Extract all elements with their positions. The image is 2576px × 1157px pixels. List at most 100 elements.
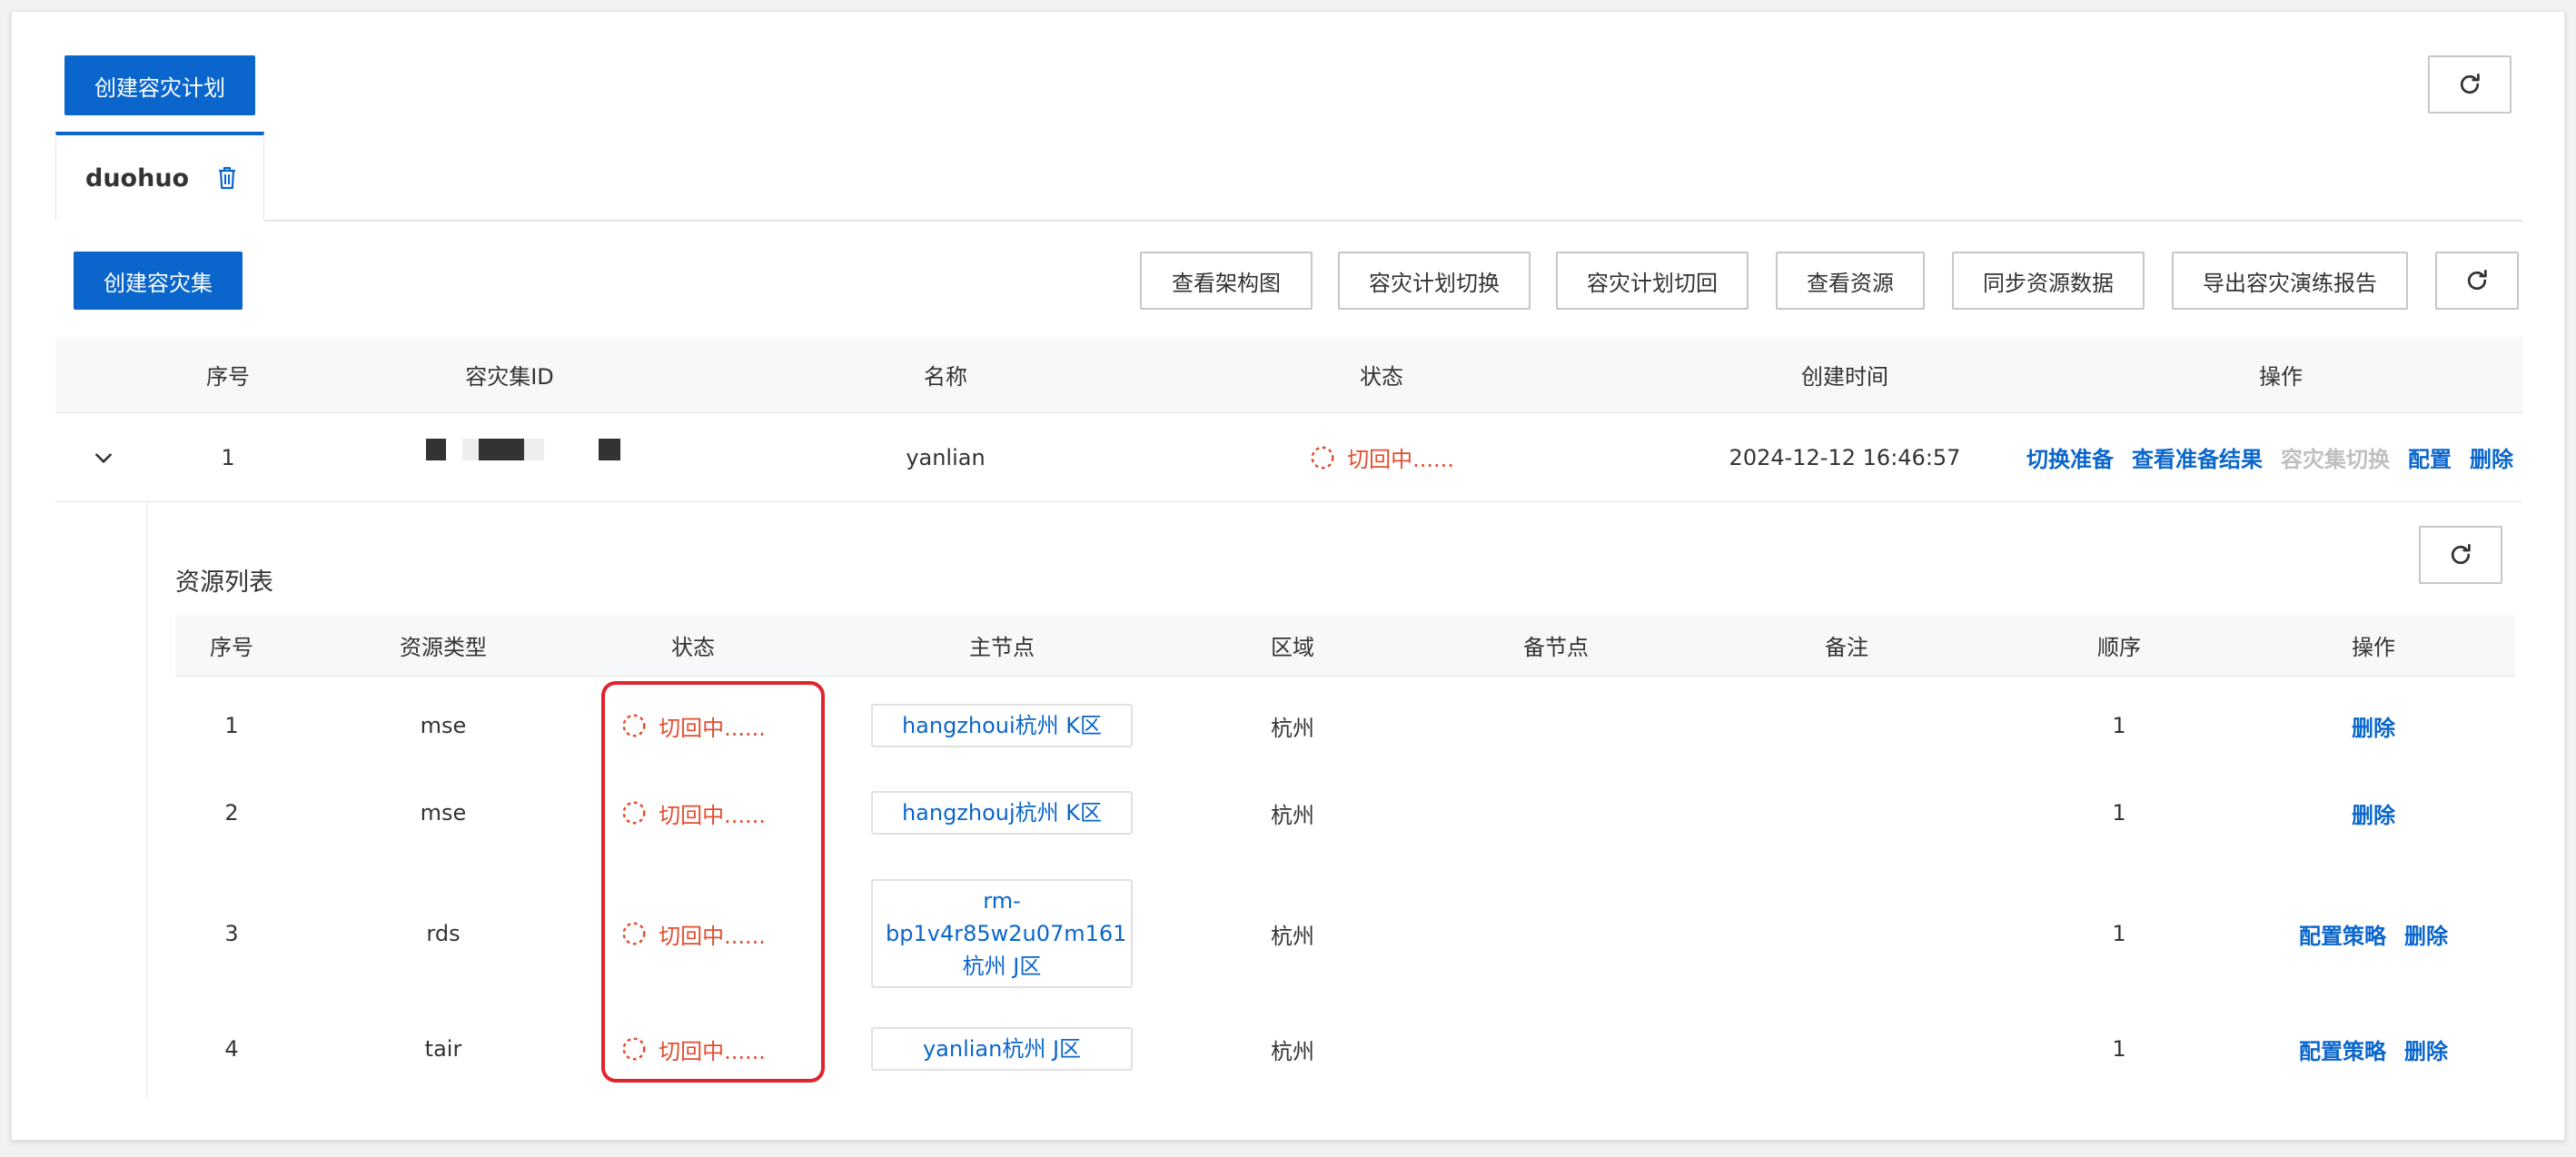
col-region: 区域 — [1271, 635, 1314, 660]
primary-node-link[interactable]: hangzhoui杭州 K区 — [871, 704, 1133, 747]
view-architecture-button[interactable]: 查看架构图 — [1140, 252, 1313, 310]
col-index: 序号 — [210, 635, 253, 660]
redaction-block — [426, 439, 446, 460]
config-link[interactable]: 配置 — [2408, 441, 2452, 473]
row-order: 1 — [2112, 1036, 2126, 1062]
primary-node-link[interactable]: hangzhouj杭州 K区 — [871, 791, 1133, 835]
view-prepare-result-link[interactable]: 查看准备结果 — [2132, 441, 2263, 473]
refresh-icon — [2467, 270, 2487, 291]
plan-switch-button[interactable]: 容灾计划切换 — [1338, 252, 1531, 310]
set-switch-link[interactable]: 容灾集切换 — [2281, 441, 2390, 473]
trash-icon[interactable] — [216, 165, 238, 191]
resource-list-panel: 资源列表 序号 资源类型 状态 主节点 区域 备节点 备注 顺序 操作 1 ms… — [146, 502, 2522, 1098]
col-remark: 备注 — [1825, 635, 1868, 660]
chevron-down-icon — [95, 452, 112, 463]
refresh-icon — [2460, 74, 2480, 94]
switch-prepare-link[interactable]: 切换准备 — [2026, 441, 2114, 473]
status-text: 切回中...... — [659, 1038, 766, 1064]
row-index: 4 — [224, 1036, 239, 1062]
create-plan-button[interactable]: 创建容灾计划 — [64, 55, 255, 115]
row-region: 杭州 — [1271, 715, 1314, 741]
spinner-icon — [1311, 446, 1334, 469]
delete-link[interactable]: 删除 — [2352, 710, 2395, 742]
row-type: mse — [420, 800, 467, 826]
expand-toggle[interactable] — [81, 413, 126, 501]
col-backup-node: 备节点 — [1523, 635, 1589, 660]
plan-switchback-button[interactable]: 容灾计划切回 — [1556, 252, 1749, 310]
table-row: 4 tair 切回中...... yanlian杭州 J区 杭州 1 配置策略 … — [175, 1011, 2515, 1087]
row-actions: 配置策略 删除 — [2264, 865, 2482, 1002]
row-actions: 删除 — [2264, 775, 2482, 851]
sync-resources-button[interactable]: 同步资源数据 — [1952, 252, 2145, 310]
col-set-id: 容灾集ID — [465, 364, 554, 390]
primary-node-link[interactable]: rm- bp1v4r85w2u07m161 杭州 J区 — [871, 879, 1133, 988]
node-line: bp1v4r85w2u07m161 — [886, 921, 1127, 946]
refresh-plan-button[interactable] — [2428, 55, 2512, 114]
resource-table-header: 序号 资源类型 状态 主节点 区域 备节点 备注 顺序 操作 — [175, 615, 2515, 677]
status-badge: 切回中...... — [602, 865, 784, 1002]
create-set-button[interactable]: 创建容灾集 — [74, 252, 243, 310]
col-type: 资源类型 — [400, 635, 487, 660]
refresh-set-button[interactable] — [2435, 252, 2519, 310]
redaction-block — [479, 439, 524, 460]
table-row: 1 yanlian 切回中...... 2024-12-12 16:46:57 … — [55, 413, 2522, 502]
row-region: 杭州 — [1271, 802, 1314, 828]
tab-divider — [264, 220, 2522, 222]
row-actions: 删除 — [2264, 687, 2482, 764]
col-status: 状态 — [1360, 364, 1403, 390]
delete-link[interactable]: 删除 — [2470, 441, 2513, 473]
status-text: 切回中...... — [1347, 447, 1454, 472]
config-policy-link[interactable]: 配置策略 — [2299, 918, 2386, 950]
table-row: 2 mse 切回中...... hangzhouj杭州 K区 杭州 1 删除 — [175, 775, 2515, 851]
status-badge: 切回中...... — [602, 1011, 784, 1087]
status-badge: 切回中...... — [1273, 413, 1491, 501]
dr-plan-panel: 创建容灾计划 duohuo 创建容灾集 查看架构图 容灾计划切换 容灾计划切回 … — [11, 11, 2565, 1141]
status-text: 切回中...... — [659, 802, 766, 828]
row-order: 1 — [2112, 921, 2126, 946]
table-row: 1 mse 切回中...... hangzhoui杭州 K区 杭州 1 删除 — [175, 687, 2515, 764]
row-index: 1 — [221, 444, 235, 470]
spinner-icon — [622, 1037, 646, 1061]
col-name: 名称 — [924, 364, 967, 390]
row-type: mse — [420, 713, 467, 738]
col-index: 序号 — [206, 364, 250, 390]
primary-node-link[interactable]: yanlian杭州 J区 — [871, 1027, 1133, 1071]
export-report-button[interactable]: 导出容灾演练报告 — [2172, 252, 2408, 310]
row-type: tair — [424, 1036, 462, 1062]
row-region: 杭州 — [1271, 923, 1314, 949]
row-index: 1 — [224, 713, 239, 738]
set-table-header: 序号 容灾集ID 名称 状态 创建时间 操作 — [55, 337, 2522, 413]
delete-link[interactable]: 删除 — [2404, 1033, 2448, 1065]
tab-label: duohuo — [85, 163, 190, 193]
col-actions: 操作 — [2352, 635, 2395, 660]
row-set-id-redacted — [364, 413, 655, 501]
row-name: yanlian — [906, 444, 986, 470]
delete-link[interactable]: 删除 — [2352, 797, 2395, 829]
toolbar: 创建容灾集 查看架构图 容灾计划切换 容灾计划切回 查看资源 同步资源数据 导出… — [12, 252, 2564, 310]
resource-list-title: 资源列表 — [175, 569, 273, 597]
spinner-icon — [622, 714, 646, 737]
redaction-block — [524, 439, 544, 460]
redaction-block — [462, 439, 479, 460]
delete-link[interactable]: 删除 — [2404, 918, 2448, 950]
refresh-resources-button[interactable] — [2419, 526, 2502, 584]
col-status: 状态 — [671, 635, 715, 660]
row-type: rds — [426, 921, 461, 946]
row-order: 1 — [2112, 713, 2126, 738]
row-actions: 配置策略 删除 — [2264, 1011, 2482, 1087]
primary-node: hangzhoui杭州 K区 — [857, 687, 1147, 764]
spinner-icon — [622, 801, 646, 825]
tab-duohuo[interactable]: duohuo — [55, 132, 264, 221]
primary-node: hangzhouj杭州 K区 — [857, 775, 1147, 851]
status-badge: 切回中...... — [602, 775, 784, 851]
view-resources-button[interactable]: 查看资源 — [1776, 252, 1925, 310]
row-region: 杭州 — [1271, 1038, 1314, 1064]
primary-node: rm- bp1v4r85w2u07m161 杭州 J区 — [857, 865, 1147, 1002]
table-row: 3 rds 切回中...... rm- bp1v4r85w2u07m161 杭州… — [175, 865, 2515, 1002]
col-primary-node: 主节点 — [969, 635, 1035, 660]
config-policy-link[interactable]: 配置策略 — [2299, 1033, 2386, 1065]
refresh-icon — [2451, 544, 2471, 565]
node-line: 杭州 J区 — [962, 954, 1042, 979]
node-line: rm- — [983, 888, 1021, 914]
row-actions: 切换准备 查看准备结果 容灾集切换 配置 删除 — [1999, 413, 2526, 501]
